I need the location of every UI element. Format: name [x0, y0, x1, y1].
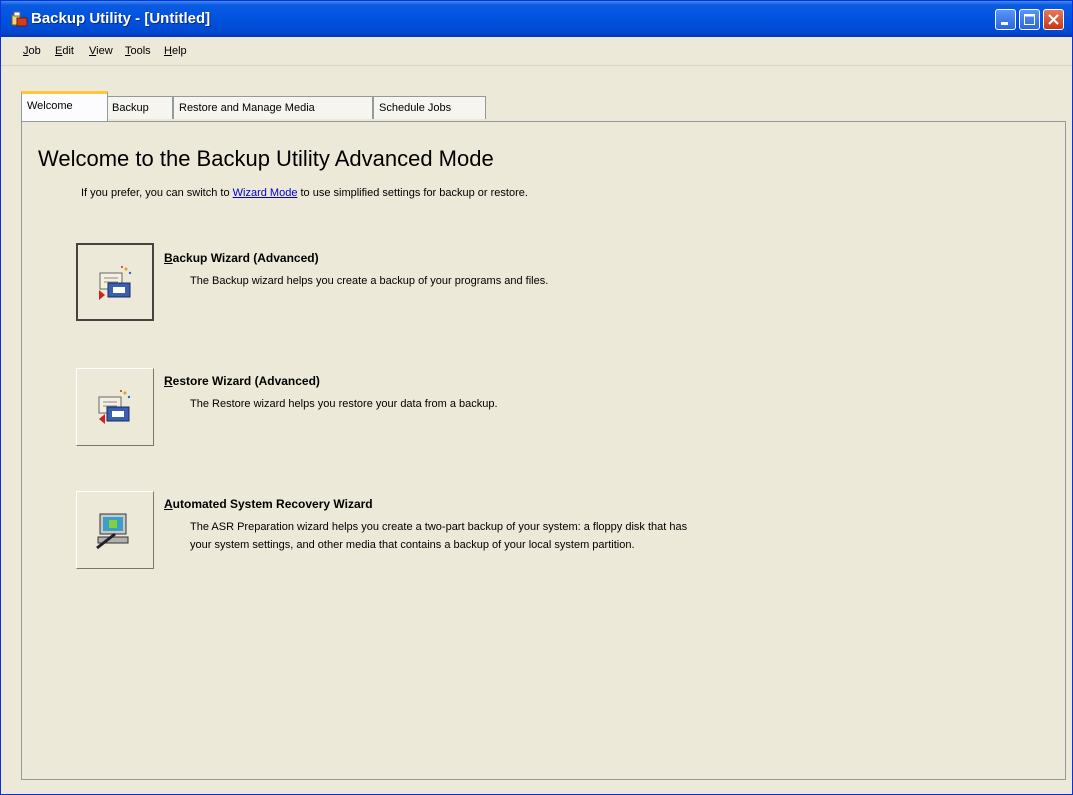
- restore-wizard-icon: [98, 390, 131, 424]
- asr-wizard-button[interactable]: [76, 491, 154, 569]
- backup-wizard-button[interactable]: [76, 243, 154, 321]
- restore-wizard-button[interactable]: [76, 368, 154, 446]
- backup-wizard-icon: [99, 266, 132, 300]
- maximize-button[interactable]: [1019, 9, 1040, 30]
- minimize-button[interactable]: [995, 9, 1016, 30]
- intro-text: If you prefer, you can switch to Wizard …: [81, 187, 528, 199]
- tab-backup[interactable]: Backup: [106, 96, 173, 119]
- maximize-icon: [1024, 14, 1035, 25]
- menu-job[interactable]: Job: [23, 45, 41, 57]
- title-bar[interactable]: Backup Utility - [Untitled]: [1, 1, 1072, 37]
- tab-welcome[interactable]: Welcome: [21, 91, 108, 121]
- close-icon: [1048, 14, 1059, 25]
- backup-wizard-description: The Backup wizard helps you create a bac…: [190, 275, 549, 287]
- menu-edit[interactable]: Edit: [55, 45, 74, 57]
- menu-bar: Job Edit View Tools Help: [1, 39, 1072, 66]
- welcome-heading: Welcome to the Backup Utility Advanced M…: [38, 146, 494, 171]
- backup-wizard-title[interactable]: Backup Wizard (Advanced): [164, 251, 319, 265]
- menu-tools[interactable]: Tools: [125, 45, 151, 57]
- tab-strip: Welcome Backup Restore and Manage Media …: [1, 89, 1072, 122]
- asr-wizard-description: The ASR Preparation wizard helps you cre…: [190, 518, 687, 554]
- asr-description-line-2: your system settings, and other media th…: [190, 539, 635, 551]
- asr-description-line-1: The ASR Preparation wizard helps you cre…: [190, 521, 688, 533]
- tab-schedule-jobs[interactable]: Schedule Jobs: [373, 96, 486, 119]
- asr-wizard-title[interactable]: Automated System Recovery Wizard: [164, 497, 373, 511]
- wizard-mode-link[interactable]: Wizard Mode: [233, 187, 298, 199]
- backup-utility-window: Backup Utility - [Untitled] Job Edit Vie…: [0, 0, 1073, 795]
- close-button[interactable]: [1043, 9, 1064, 30]
- restore-wizard-title[interactable]: Restore Wizard (Advanced): [164, 374, 320, 388]
- backup-app-icon: [11, 11, 28, 27]
- menu-help[interactable]: Help: [164, 45, 187, 57]
- minimize-icon: [1001, 22, 1008, 25]
- window-title: Backup Utility - [Untitled]: [31, 10, 211, 27]
- restore-wizard-description: The Restore wizard helps you restore you…: [190, 398, 498, 410]
- welcome-panel: [21, 121, 1066, 780]
- menu-view[interactable]: View: [89, 45, 113, 57]
- asr-wizard-icon: [96, 513, 129, 550]
- tab-restore-and-manage-media[interactable]: Restore and Manage Media: [173, 96, 373, 119]
